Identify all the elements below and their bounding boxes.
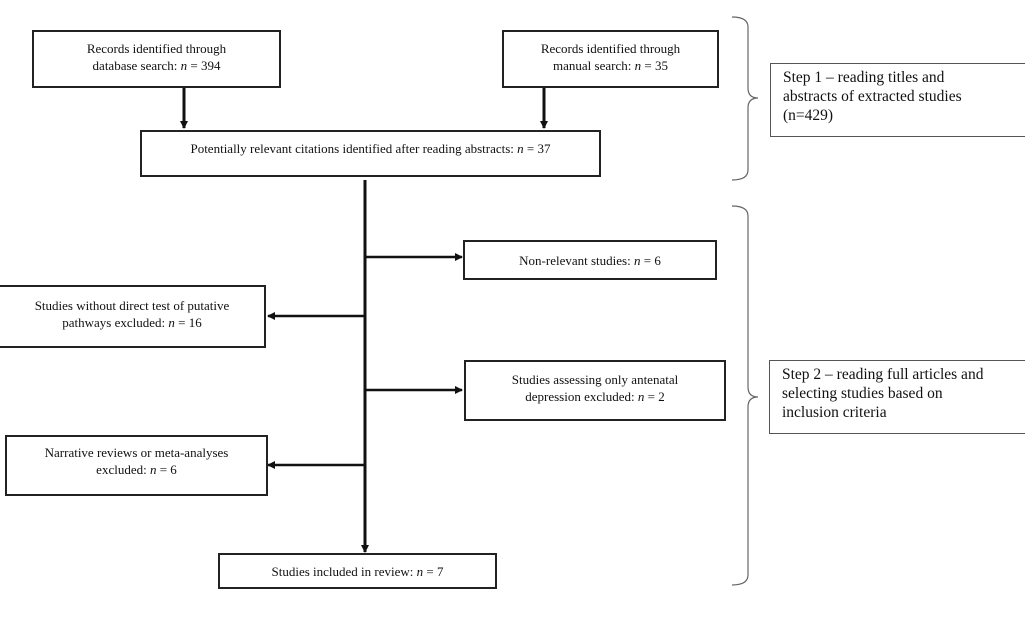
box-line: Records identified through <box>540 41 681 56</box>
box-line: Records identified through <box>86 41 227 56</box>
box-line: depression excluded: n = 2 <box>525 389 665 404</box>
box-potentially-relevant: Potentially relevant citations identifie… <box>140 130 601 177</box>
box-reviews-meta: Narrative reviews or meta-analyses exclu… <box>5 435 268 496</box>
box-antenatal-only: Studies assessing only antenatal depress… <box>464 360 726 421</box>
box-non-relevant: Non-relevant studies: n = 6 <box>463 240 717 280</box>
step-line: (n=429) <box>783 107 834 124</box>
box-line: Narrative reviews or meta-analyses <box>44 445 229 460</box>
step-line: selecting studies based on <box>782 385 943 402</box>
box-line: pathways excluded: n = 16 <box>62 315 202 330</box>
box-line: Studies assessing only antenatal <box>511 372 679 387</box>
step1-label-box: Step 1 – reading titles and abstracts of… <box>770 63 1025 137</box>
step-line: inclusion criteria <box>782 404 887 421</box>
box-line: Studies included in review: n = 7 <box>271 564 444 579</box>
step-line: Step 1 – reading titles and <box>783 69 945 86</box>
brace-step2 <box>731 205 759 586</box>
box-line: Studies without direct test of putative <box>34 298 230 313</box>
box-without-direct-test: Studies without direct test of putative … <box>0 285 266 348</box>
box-included: Studies included in review: n = 7 <box>218 553 497 589</box>
step-line: abstracts of extracted studies <box>783 88 962 105</box>
box-line: manual search: n = 35 <box>553 58 668 73</box>
box-line: database search: n = 394 <box>92 58 221 73</box>
step2-label-box: Step 2 – reading full articles and selec… <box>769 360 1025 434</box>
brace-step1 <box>731 16 759 181</box>
box-line: Non-relevant studies: n = 6 <box>519 253 661 268</box>
box-manual-search: Records identified through manual search… <box>502 30 719 88</box>
box-line: excluded: n = 6 <box>96 462 177 477</box>
box-database-search: Records identified through database sear… <box>32 30 281 88</box>
box-line: Potentially relevant citations identifie… <box>190 141 551 156</box>
step-line: Step 2 – reading full articles and <box>782 366 984 383</box>
